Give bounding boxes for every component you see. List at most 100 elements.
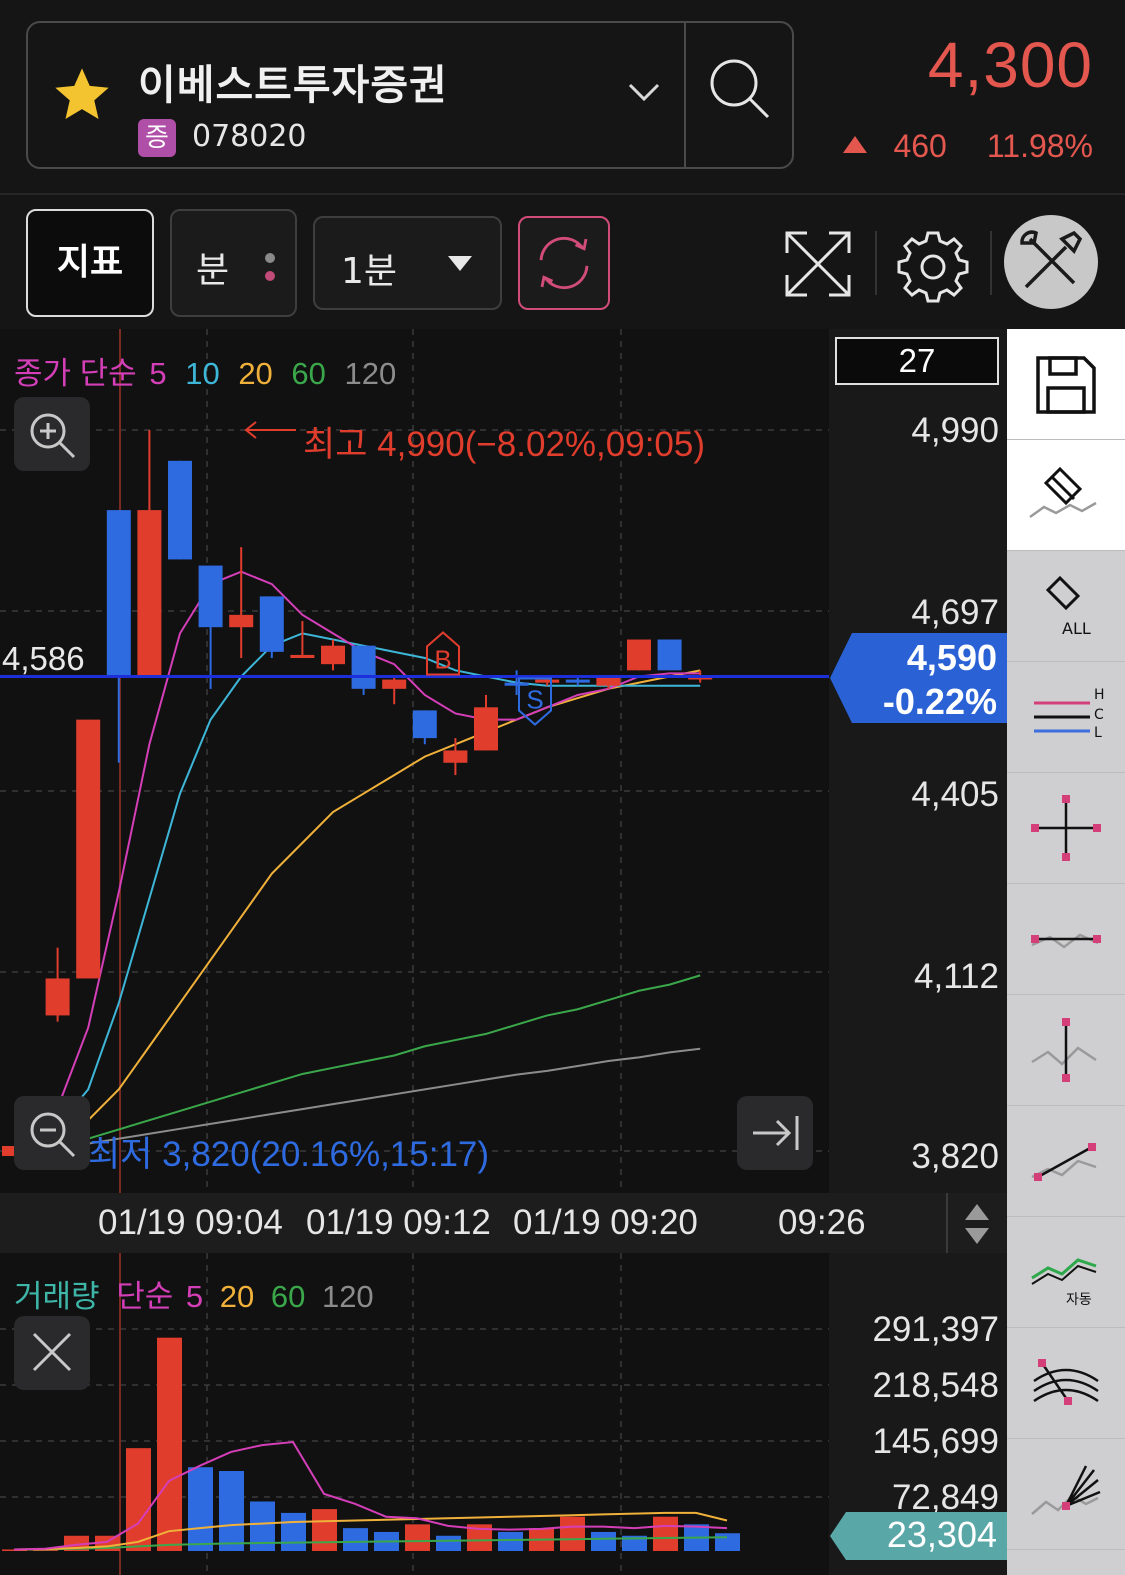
legend-ma60: 60	[270, 1279, 306, 1314]
price-axis	[829, 329, 1007, 1193]
jump-to-latest-button[interactable]	[737, 1096, 813, 1170]
chart-toolbar: 지표 분 1분	[0, 193, 1125, 329]
fan-lines-icon	[1031, 1465, 1101, 1515]
candle-body	[45, 978, 70, 1016]
volume-tick-label: 218,548	[872, 1366, 999, 1405]
erase-all-tool[interactable]: ALL	[1007, 551, 1125, 662]
candle-body	[229, 614, 254, 628]
volume-bar	[653, 1516, 678, 1551]
x-tick-label: 09:26	[778, 1203, 866, 1242]
expand-icon[interactable]	[773, 219, 863, 309]
arrow-to-end-icon	[753, 1116, 799, 1150]
candle-body	[137, 510, 162, 677]
candle-body	[504, 682, 529, 686]
trend-line-tool[interactable]	[1007, 1106, 1125, 1217]
x-tick-label: 01/19 09:12	[306, 1203, 491, 1242]
fan-line-tool[interactable]	[1007, 1439, 1125, 1550]
eraser-tool[interactable]	[1007, 440, 1125, 551]
auto-trend-icon: 자동	[1031, 1258, 1097, 1308]
drawing-tool-panel: ALL HCL 자동	[1007, 329, 1125, 1575]
eraser-icon	[1029, 466, 1097, 519]
market-badge: 증	[138, 119, 176, 157]
legend-ma10: 10	[185, 356, 220, 391]
zoom-out-icon	[30, 1112, 76, 1158]
vertical-line-tool[interactable]	[1007, 995, 1125, 1106]
save-icon	[1036, 356, 1096, 414]
candle-body	[76, 719, 101, 979]
volume-bar	[281, 1512, 306, 1551]
divider	[946, 1193, 948, 1253]
volume-bar	[715, 1533, 740, 1551]
candle-body	[168, 460, 192, 560]
ma-legend: 종가 단순 5 10 20 60 120	[14, 348, 406, 393]
y-tick-label: 4,112	[914, 957, 999, 996]
search-icon[interactable]	[700, 51, 780, 131]
period-button[interactable]: 분	[170, 209, 297, 317]
favorite-star-icon[interactable]	[50, 63, 114, 127]
candle-body	[382, 679, 407, 689]
candle-body	[443, 750, 468, 763]
drawing-tools-button[interactable]	[1004, 215, 1098, 309]
gear-icon[interactable]	[888, 219, 978, 309]
zoom-in-button[interactable]	[14, 397, 90, 471]
candle-body	[474, 707, 498, 751]
stock-code: 078020	[192, 119, 307, 154]
candle-body	[565, 679, 590, 683]
volume-bar	[219, 1471, 244, 1551]
candle-body	[198, 565, 223, 628]
svg-text:L: L	[1094, 725, 1102, 741]
volume-bar	[498, 1531, 523, 1551]
change-amount: 460	[893, 128, 947, 164]
horizontal-line-icon	[1031, 933, 1101, 949]
zoom-in-icon	[30, 413, 76, 459]
legend-volume: 거래량	[14, 1279, 100, 1314]
volume-legend: 거래량 단순 5 20 60 120	[14, 1271, 382, 1316]
low-price-note: 최저 3,820(20.16%,15:17)	[88, 1135, 490, 1174]
volume-bar	[560, 1516, 585, 1551]
y-tick-label: 4,405	[911, 775, 999, 814]
interval-select[interactable]: 1분	[313, 216, 502, 310]
horizontal-line-tool[interactable]	[1007, 884, 1125, 995]
legend-ma120: 120	[321, 1279, 374, 1314]
refresh-button[interactable]	[518, 216, 610, 310]
hcl-line-tool[interactable]: HCL	[1007, 662, 1125, 773]
volume-bar	[436, 1535, 461, 1551]
legend-ma20: 20	[238, 356, 273, 391]
candle-body	[535, 679, 560, 683]
stock-selector[interactable]: 이베스트투자증권 증 078020	[26, 21, 794, 169]
chevron-down-icon[interactable]	[626, 75, 662, 111]
legend-ma5: 5	[149, 356, 167, 391]
resize-updown-icon[interactable]	[962, 1202, 992, 1246]
hcl-lines-icon: HCL	[1034, 687, 1105, 741]
current-price-pct: -0.22%	[882, 681, 997, 722]
candle-body	[106, 510, 131, 677]
x-tick-label: 01/19 09:20	[513, 1203, 698, 1242]
save-tool[interactable]	[1007, 329, 1125, 440]
legend-simple: 단순	[116, 1279, 174, 1314]
current-price-tag: 4,590 -0.22%	[830, 633, 1007, 723]
volume-bar	[591, 1531, 616, 1551]
candle-body	[351, 645, 376, 689]
crosshair-tool[interactable]	[1007, 773, 1125, 884]
ma10-line	[26, 632, 701, 1149]
legend-base: 종가 단순	[14, 356, 137, 391]
y-tick-label: 4,697	[911, 593, 999, 632]
candle-body	[657, 639, 682, 671]
refresh-icon	[539, 236, 589, 290]
tools-icon	[1020, 230, 1083, 289]
legend-ma5: 5	[185, 1279, 204, 1314]
arc-tool[interactable]	[1007, 1328, 1125, 1439]
indicator-button[interactable]: 지표	[26, 209, 154, 317]
caret-down-icon	[448, 256, 472, 271]
auto-trend-tool[interactable]: 자동	[1007, 1217, 1125, 1328]
svg-text:자동: 자동	[1066, 1292, 1092, 1308]
zoom-out-button[interactable]	[14, 1096, 90, 1170]
close-volume-button[interactable]	[14, 1316, 90, 1390]
high-price-note: 최고 4,990(−8.02%,09:05)	[303, 425, 706, 464]
crosshair-icon	[1031, 795, 1101, 861]
price-change: 460 11.98%	[843, 128, 1093, 165]
legend-ma20: 20	[219, 1279, 255, 1314]
candle-body	[259, 596, 284, 652]
candle-body	[627, 639, 651, 671]
arc-icon	[1033, 1359, 1099, 1405]
